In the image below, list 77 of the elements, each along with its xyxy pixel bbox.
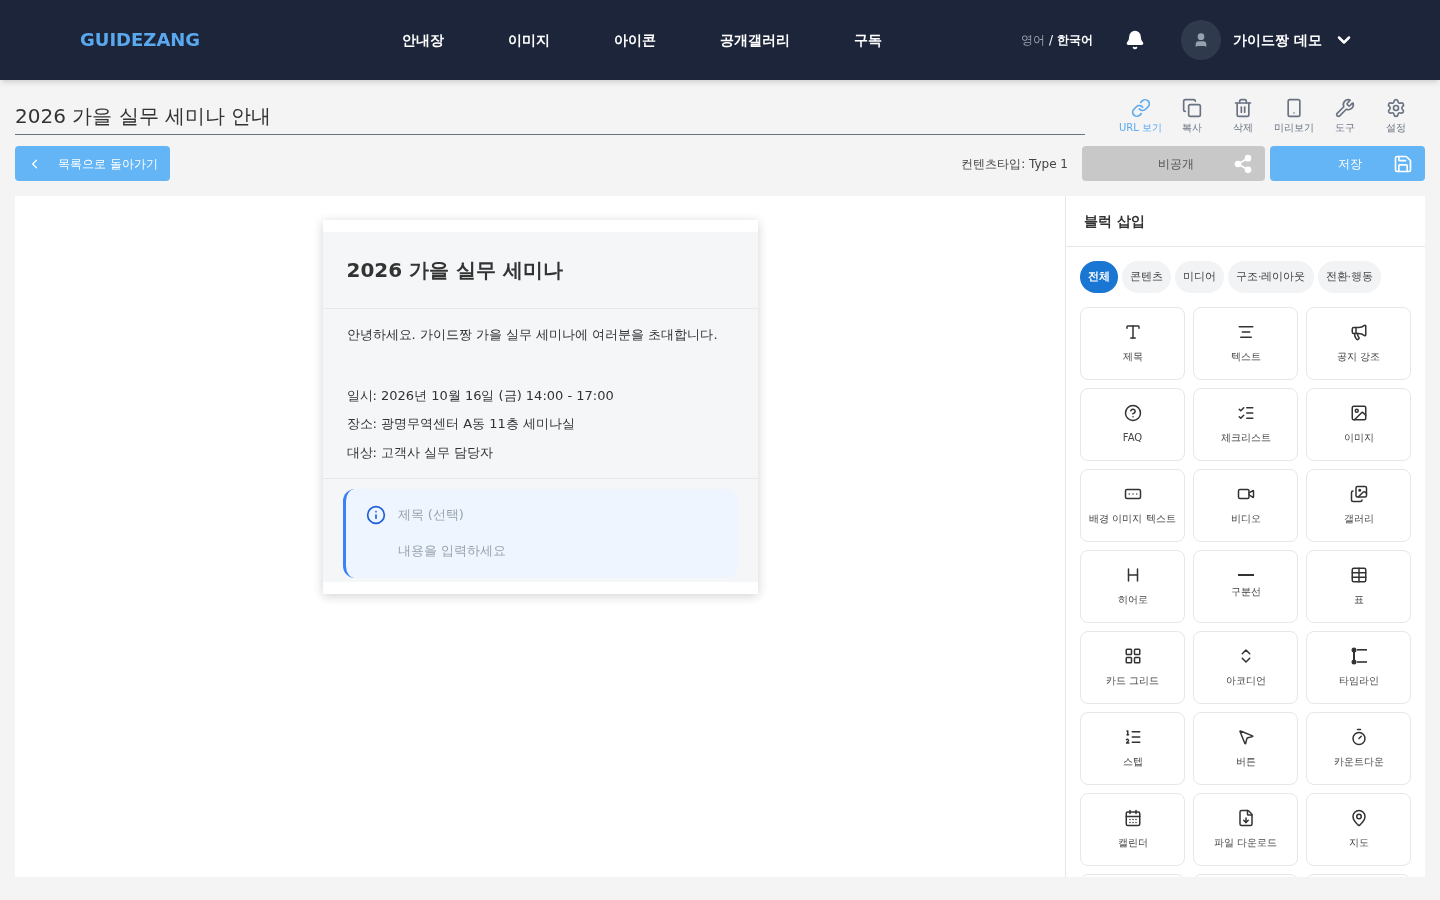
timeline-icon	[1350, 647, 1367, 665]
category-tab[interactable]: 미디어	[1175, 261, 1224, 293]
language-option[interactable]: 영어	[1021, 32, 1046, 48]
share-icon	[1233, 153, 1253, 174]
toolbar-button[interactable]: 삭제	[1217, 98, 1268, 135]
trash-icon	[1232, 98, 1253, 118]
detail-line: 대상: 고객사 실무 담당자	[346, 443, 495, 462]
category-tab[interactable]: 전체	[1080, 261, 1118, 293]
toolbar-button[interactable]: 복사	[1166, 98, 1217, 135]
nav-link[interactable]: 공개갤러리	[688, 30, 822, 50]
detail-line: 일시: 2026년 10월 16일 (금) 14:00 - 17:00	[346, 386, 615, 405]
text-type-icon	[1123, 323, 1142, 341]
block-tile[interactable]: 갤러리	[1306, 469, 1411, 542]
numbered-list-icon	[1123, 728, 1142, 746]
image-icon	[1349, 404, 1368, 422]
title-field[interactable]: 2026 가을 실무 세미나 안내	[15, 102, 1085, 135]
block-tile[interactable]: 비디오	[1193, 469, 1298, 542]
block-tile[interactable]: 아코디언	[1193, 631, 1298, 704]
block-tile[interactable]: 카드 그리드	[1080, 631, 1185, 704]
file-download-icon	[1236, 809, 1255, 827]
toolbar-button[interactable]: 설정	[1370, 98, 1421, 135]
category-tab[interactable]: 전환·행동	[1317, 261, 1381, 293]
block-tile[interactable]: 버튼	[1193, 712, 1298, 785]
calendar-icon	[1123, 809, 1142, 827]
block-tile[interactable]: 타임라인	[1306, 631, 1411, 704]
block-tile[interactable]: 파일 다운로드	[1193, 793, 1298, 866]
table-icon	[1349, 566, 1368, 584]
info-icon	[365, 505, 386, 525]
block-tile[interactable]: FAQ	[1080, 388, 1185, 461]
nav-link[interactable]: 이미지	[476, 30, 582, 50]
panel-title: 블럭 삽입	[1084, 212, 1146, 231]
link-icon	[1130, 98, 1151, 118]
block-tile[interactable]: 히어로	[1080, 550, 1185, 623]
toolbar-button[interactable]: 미리보기	[1268, 98, 1319, 135]
block-tile[interactable]: 캘린더	[1080, 793, 1185, 866]
nav-link[interactable]: 구독	[822, 30, 914, 50]
visibility-button[interactable]: 비공개	[1082, 146, 1265, 181]
block-tile[interactable]: 제목	[1080, 307, 1185, 380]
save-icon	[1393, 153, 1413, 174]
divider-icon	[1237, 574, 1254, 576]
block-tile[interactable]: 텍스트	[1193, 307, 1298, 380]
grid-icon	[1123, 647, 1142, 665]
intro-text: 안녕하세요. 가이드짱 가을 실무 세미나에 여러분을 초대합니다.	[346, 326, 719, 344]
avatar[interactable]	[1181, 20, 1222, 60]
detail-line: 장소: 광명무역센터 A동 11층 세미나실	[346, 415, 576, 433]
pointer-icon	[1236, 728, 1255, 746]
user-name[interactable]: 가이드짱 데모	[1233, 30, 1322, 50]
logo[interactable]: GUIDEZANG	[80, 26, 260, 54]
block-tile[interactable]: 스텝	[1080, 712, 1185, 785]
language-separator: /	[1049, 32, 1054, 48]
question-icon	[1123, 404, 1142, 422]
block-tile[interactable]: 구분선	[1193, 550, 1298, 623]
gallery-icon	[1349, 485, 1368, 503]
checklist-icon	[1236, 404, 1255, 422]
map-pin-icon	[1349, 809, 1368, 827]
block-tile[interactable]: 체크리스트	[1193, 388, 1298, 461]
category-tab[interactable]: 콘텐츠	[1122, 261, 1171, 293]
timer-icon	[1349, 728, 1368, 746]
block-tile[interactable]: 지도	[1306, 793, 1411, 866]
nav-link[interactable]: 아이콘	[582, 30, 688, 50]
copy-icon	[1181, 98, 1202, 118]
block-tile[interactable]: 카운트다운	[1306, 712, 1411, 785]
wrench-icon	[1334, 98, 1355, 118]
toolbar-button[interactable]: 도구	[1319, 98, 1370, 135]
text-lines-icon	[1236, 323, 1255, 341]
category-tab[interactable]: 구조·레이아웃	[1228, 261, 1314, 293]
block-tile[interactable]: 이미지	[1306, 388, 1411, 461]
block-tile[interactable]: 배경 이미지 텍스트	[1080, 469, 1185, 542]
block-tile[interactable]: 공지 강조	[1306, 307, 1411, 380]
nav-link[interactable]: 안내장	[370, 30, 476, 50]
settings-icon	[1385, 98, 1406, 118]
block-tile[interactable]: 표	[1306, 550, 1411, 623]
content-type-label: 컨텐츠타입: Type 1	[961, 155, 1068, 172]
notification-bell-icon[interactable]	[1125, 30, 1146, 50]
preview-heading: 2026 가을 실무 세미나	[346, 257, 565, 284]
megaphone-icon	[1349, 323, 1368, 341]
language-option[interactable]: 한국어	[1057, 32, 1094, 48]
